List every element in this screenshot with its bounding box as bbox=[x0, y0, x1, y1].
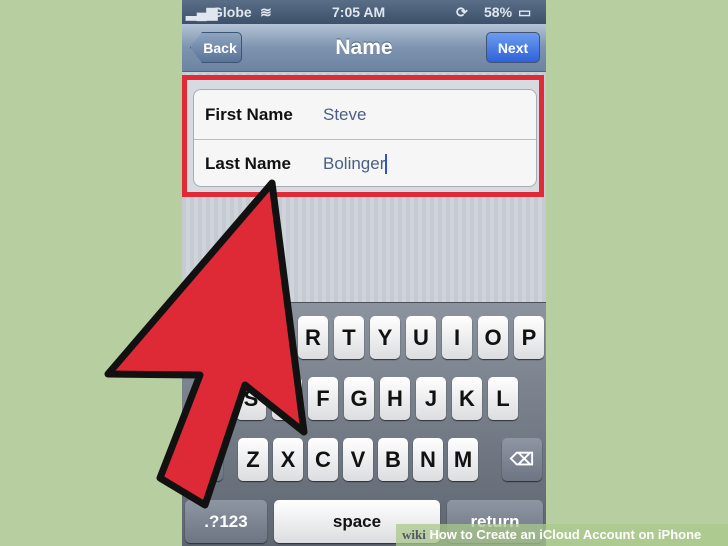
arrow-shape bbox=[104, 179, 308, 509]
watermark: wiki How to Create an iCloud Account on … bbox=[396, 524, 728, 546]
watermark-brand: wiki bbox=[402, 527, 426, 542]
watermark-text: How to Create an iCloud Account on iPhon… bbox=[429, 527, 702, 542]
red-arrow-annotation bbox=[104, 179, 308, 509]
